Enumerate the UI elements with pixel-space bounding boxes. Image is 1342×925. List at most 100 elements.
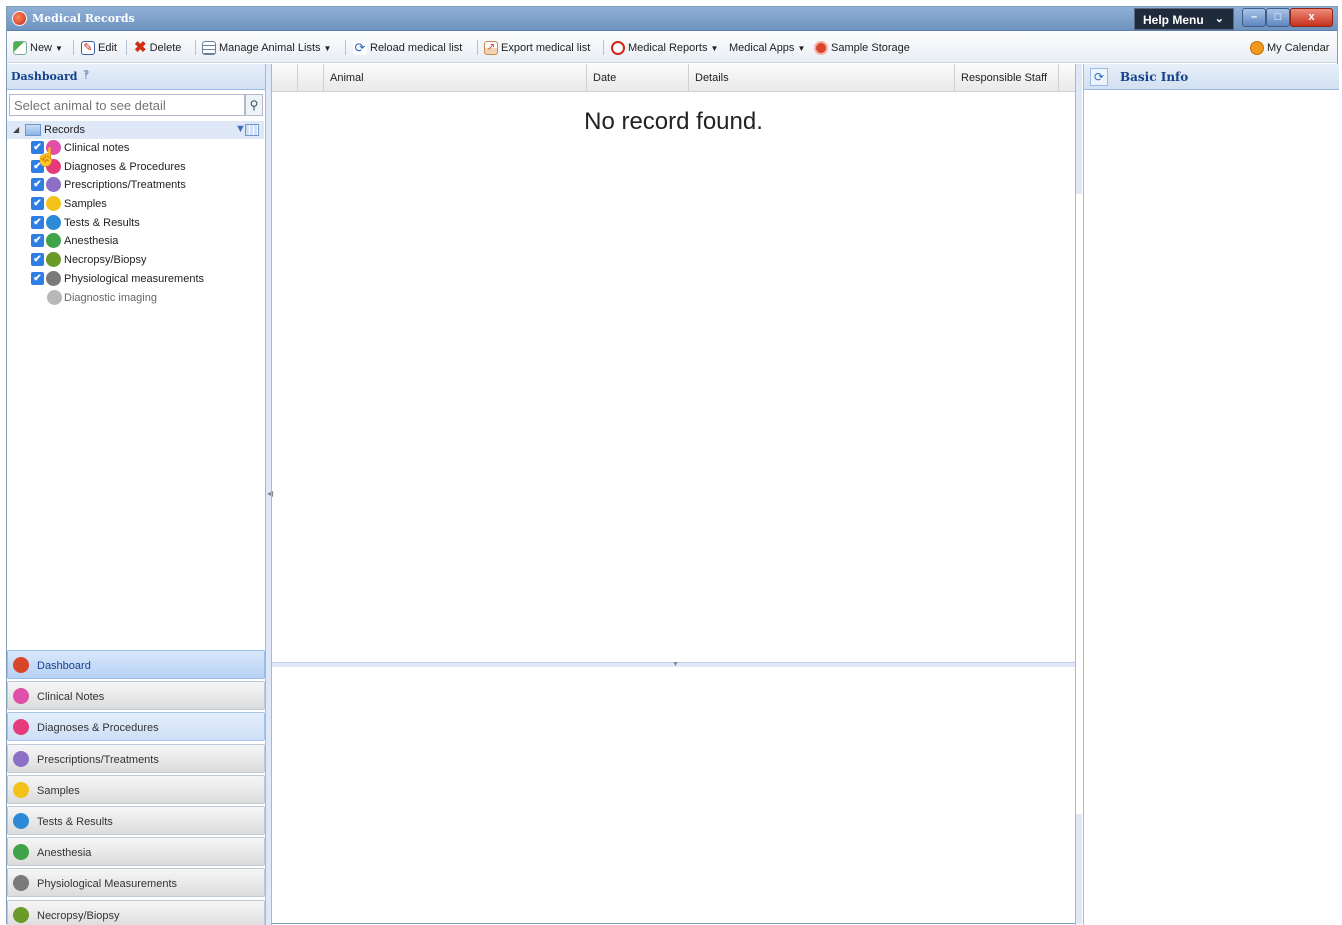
dashboard-title: Dashboard xyxy=(11,70,78,83)
dropdown-caret-icon: ▼ xyxy=(710,43,719,53)
tree-item-label: Prescriptions/Treatments xyxy=(64,179,186,192)
basic-info-panel: ⟳ Basic Info xyxy=(1083,64,1339,925)
grid-header: Animal Date Details Responsible Staff xyxy=(272,64,1075,92)
right-splitter[interactable] xyxy=(1076,64,1083,925)
sample-storage-button[interactable]: Sample Storage xyxy=(814,40,910,56)
column-header-animal[interactable]: Animal xyxy=(324,64,587,92)
tree-root-records[interactable]: ◢ Records ▼ xyxy=(7,121,264,139)
anesthesia-icon xyxy=(13,844,29,861)
medical-apps-button[interactable]: Medical Apps ▼ xyxy=(729,40,805,56)
checkbox[interactable]: ✔ xyxy=(31,178,44,192)
row-number-column xyxy=(272,64,298,92)
diagnoses-icon xyxy=(13,719,29,736)
list-icon xyxy=(202,41,216,55)
refresh-icon[interactable]: ⟳ xyxy=(1090,68,1108,86)
checkbox[interactable]: ✔ xyxy=(31,253,44,267)
reload-label: Reload medical list xyxy=(370,42,463,54)
minimize-button[interactable]: – xyxy=(1242,8,1266,27)
checkbox[interactable]: ✔ xyxy=(31,215,44,229)
reload-medical-list-button[interactable]: ⟳ Reload medical list xyxy=(353,40,462,56)
sample-storage-icon xyxy=(814,41,828,55)
accordion-item-label: Dashboard xyxy=(37,660,91,672)
sample-storage-label: Sample Storage xyxy=(831,42,910,54)
tree-item[interactable]: ✔ Samples xyxy=(7,195,264,214)
accordion-item-label: Prescriptions/Treatments xyxy=(37,753,159,766)
accordion-item[interactable]: Samples xyxy=(7,774,265,804)
checkbox[interactable]: ✔ xyxy=(31,234,44,248)
chevron-down-icon: ⌄ xyxy=(1214,13,1224,25)
accordion-item[interactable]: Tests & Results xyxy=(7,805,265,835)
toolbar-separator xyxy=(477,40,478,55)
tests-icon xyxy=(46,214,61,230)
calendar-label: My Calendar xyxy=(1267,42,1330,54)
prescription-icon xyxy=(46,177,61,193)
manage-animal-lists-button[interactable]: Manage Animal Lists ▼ xyxy=(202,40,331,56)
checkbox[interactable]: ✔ xyxy=(31,197,44,211)
accordion-item-label: Clinical Notes xyxy=(37,691,105,704)
column-header-details[interactable]: Details xyxy=(689,64,955,92)
no-record-message: No record found. xyxy=(584,108,763,135)
medical-reports-button[interactable]: Medical Reports ▼ xyxy=(611,40,718,56)
manage-lists-label: Manage Animal Lists xyxy=(219,42,321,54)
export-medical-list-button[interactable]: ↗ Export medical list xyxy=(484,40,590,56)
tree-item[interactable]: ✔ Tests & Results xyxy=(7,214,264,233)
accordion-item[interactable]: Necropsy/Biopsy xyxy=(7,899,265,925)
tree-item[interactable]: Diagnostic imaging xyxy=(7,289,264,308)
tree-item-label: Necropsy/Biopsy xyxy=(64,254,147,267)
dashboard-icon xyxy=(13,657,29,673)
prescription-icon xyxy=(13,750,29,767)
tree-item-label: Diagnostic imaging xyxy=(64,291,157,304)
filter-icon[interactable]: ▼ xyxy=(235,123,246,135)
dropdown-caret-icon: ▼ xyxy=(55,43,63,53)
close-button[interactable]: x xyxy=(1290,8,1333,27)
grid-view-icon[interactable] xyxy=(245,124,259,136)
accordion-item-label: Samples xyxy=(37,784,80,797)
physiological-icon xyxy=(46,270,61,286)
accordion-item[interactable]: Prescriptions/Treatments xyxy=(7,743,265,773)
expand-arrow-icon[interactable]: ◢ xyxy=(13,125,19,134)
tree-item[interactable]: ✔ Anesthesia xyxy=(7,232,264,251)
select-column[interactable] xyxy=(298,64,324,92)
my-calendar-button[interactable]: My Calendar xyxy=(1250,40,1329,56)
tree-item[interactable]: ✔ Physiological measurements xyxy=(7,270,264,289)
apps-label: Medical Apps xyxy=(729,42,795,54)
necropsy-icon xyxy=(46,252,61,268)
tree-item[interactable]: ✔ Necropsy/Biopsy xyxy=(7,251,264,270)
maximize-button[interactable]: □ xyxy=(1266,8,1290,27)
accordion-item-label: Necropsy/Biopsy xyxy=(37,909,120,922)
accordion-item[interactable]: Diagnoses & Procedures xyxy=(7,712,265,742)
animal-search-input[interactable] xyxy=(10,95,210,115)
column-header-date[interactable]: Date xyxy=(587,64,689,92)
edit-button[interactable]: ✎ Edit xyxy=(81,40,117,56)
toolbar-separator xyxy=(603,40,604,55)
tree-item-label: Anesthesia xyxy=(64,235,119,248)
search-button[interactable]: ⚲ xyxy=(245,94,263,116)
toolbar-separator xyxy=(73,40,74,55)
records-folder-icon xyxy=(25,124,41,136)
tree-item[interactable]: ✔ Prescriptions/Treatments xyxy=(7,176,264,195)
delete-label: Delete xyxy=(149,42,182,54)
animal-search-box xyxy=(9,94,245,116)
window-title: Medical Records xyxy=(32,12,135,25)
help-menu-button[interactable]: Help Menu ⌄ xyxy=(1134,8,1234,30)
new-label: New xyxy=(30,42,53,54)
accordion-item[interactable]: Clinical Notes xyxy=(7,681,265,711)
export-icon: ↗ xyxy=(484,41,498,55)
accordion-item[interactable]: Physiological Measurements xyxy=(7,868,265,898)
dropdown-caret-icon: ▼ xyxy=(323,43,332,53)
accordion-item[interactable]: Anesthesia xyxy=(7,837,265,867)
search-icon: ⚲ xyxy=(249,98,259,112)
new-icon xyxy=(13,41,27,55)
delete-button[interactable]: ✖ Delete xyxy=(134,40,181,56)
checkbox[interactable]: ✔ xyxy=(31,271,44,285)
accordion-item[interactable]: Dashboard xyxy=(7,650,265,679)
column-header-responsible-staff[interactable]: Responsible Staff xyxy=(955,64,1059,92)
new-button[interactable]: New ▼ xyxy=(13,40,63,56)
horizontal-splitter[interactable]: ▼ xyxy=(272,661,1075,668)
samples-icon xyxy=(13,781,29,798)
collapse-down-icon[interactable]: ▼ xyxy=(672,661,679,668)
toolbar-separator xyxy=(126,40,127,55)
dropdown-caret-icon: ▼ xyxy=(797,43,806,53)
tree-item-label: Physiological measurements xyxy=(64,272,205,285)
help-icon[interactable]: ‽ xyxy=(83,68,89,82)
